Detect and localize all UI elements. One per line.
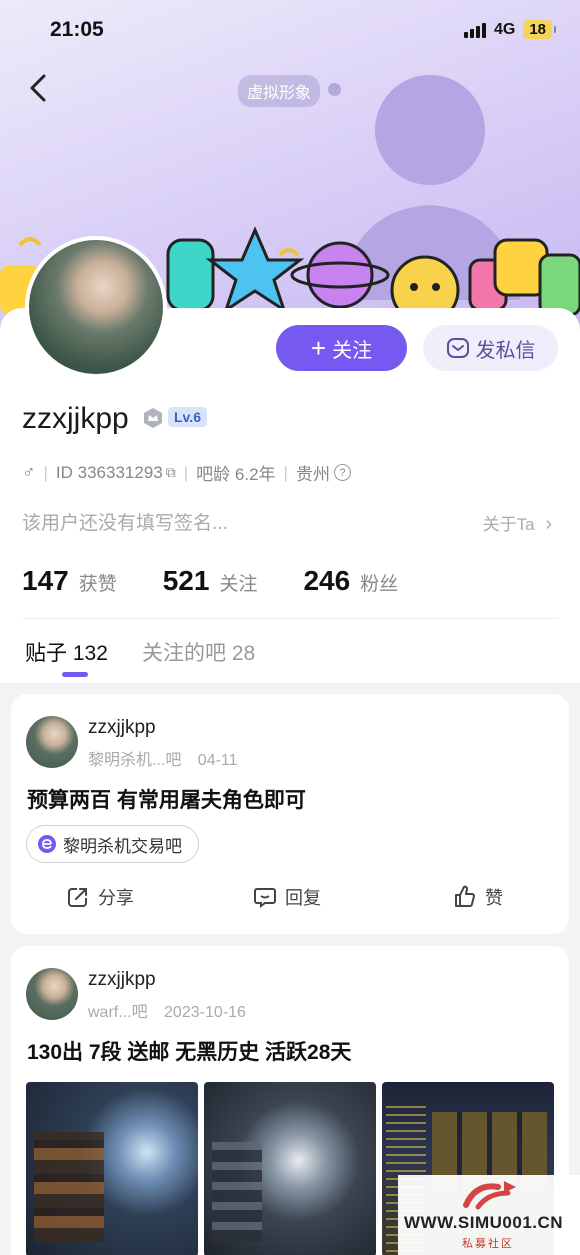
back-button[interactable] [22,70,58,106]
divider [22,618,558,619]
like-button[interactable]: 赞 [453,884,503,910]
forum-tag[interactable]: 黎明杀机交易吧 [26,825,199,863]
male-icon: ♂ [22,462,36,482]
follow-button[interactable]: + 关注 [276,325,407,371]
message-button[interactable]: 发私信 [423,325,558,371]
followers-count[interactable]: 246 [303,565,350,597]
thumbs-up-icon [455,885,475,907]
post-date: 04-11 [197,752,238,769]
tab-followed-forums[interactable]: 关注的吧 28 [142,637,255,667]
comment-icon [254,888,276,908]
post-avatar[interactable] [26,716,78,768]
user-id: ID 336331293 [55,462,163,482]
signal-icon [463,22,486,38]
crown-icon [144,408,162,428]
message-icon [446,338,469,358]
copy-icon[interactable]: ⧉ [166,464,176,481]
likes-label: 获赞 [78,574,117,595]
post-image[interactable] [204,1082,376,1255]
status-bar: 21:05 4G 18 [0,0,580,62]
likes-count[interactable]: 147 [22,565,69,597]
active-tab-indicator [62,672,88,677]
share-button[interactable]: 分享 [66,884,134,910]
plus-icon: + [310,333,327,363]
watermark-url: WWW.SIMU001.CN [404,1213,564,1232]
profile-meta: ♂ | ID 336331293 ⧉ | 吧龄 6.2年 | 贵州 ? [22,460,351,485]
about-link[interactable]: 关于Ta › [483,510,552,536]
post-image[interactable] [26,1082,198,1255]
post-forum[interactable]: warf...吧 [88,1004,148,1021]
bio-text: 该用户还没有填写签名... [22,513,228,534]
status-indicators: 4G 18 [463,20,556,39]
username: zzxjjkpp [22,402,129,435]
following-label: 关注 [219,574,258,595]
forum-tag-label: 黎明杀机交易吧 [63,836,182,856]
post-meta: 黎明杀机...吧 04-11 [88,746,238,770]
post-username[interactable]: zzxjjkpp [88,717,156,739]
post-card[interactable]: zzxjjkpp 黎明杀机...吧 04-11 预算两百 有常用屠夫角色即可 黎… [11,694,569,934]
forum-age: 吧龄 6.2年 [196,465,276,484]
avatar[interactable] [25,236,167,378]
followers-label: 粉丝 [360,574,399,595]
post-avatar[interactable] [26,968,78,1020]
post-username[interactable]: zzxjjkpp [88,969,156,991]
chevron-right-icon: › [545,513,552,535]
stats-row: 147 获赞 521 关注 246 粉丝 [22,565,398,597]
about-label: 关于Ta [482,515,535,534]
virtual-avatar-tag[interactable]: 虚拟形象 [238,75,321,107]
post-forum[interactable]: 黎明杀机...吧 [88,752,181,769]
follow-label: 关注 [332,339,373,362]
post-meta: warf...吧 2023-10-16 [88,998,246,1022]
following-count[interactable]: 521 [163,565,210,597]
post-title[interactable]: 预算两百 有常用屠夫角色即可 [27,784,306,814]
reply-label: 回复 [285,888,321,908]
forum-icon [38,835,56,853]
watermark-subtitle: 私募社区 [462,1238,514,1250]
virtual-avatar-dot [328,83,341,96]
network-type: 4G [493,20,516,38]
status-time: 21:05 [50,18,104,41]
watermark-logo [463,1181,516,1210]
battery-icon: 18 [523,20,556,39]
help-icon[interactable]: ? [333,464,351,481]
tab-posts[interactable]: 贴子 132 [25,637,108,667]
message-label: 发私信 [475,339,536,362]
level-badge: Lv.6 [168,407,207,427]
post-date: 2023-10-16 [164,1004,246,1021]
share-icon [68,888,87,907]
like-label: 赞 [485,888,503,908]
post-title[interactable]: 130出 7段 送邮 无黑历史 活跃28天 [27,1036,351,1066]
location: 贵州 [295,465,330,484]
share-label: 分享 [98,888,134,908]
reply-button[interactable]: 回复 [253,884,321,910]
watermark: WWW.SIMU001.CN 私募社区 [398,1175,580,1255]
